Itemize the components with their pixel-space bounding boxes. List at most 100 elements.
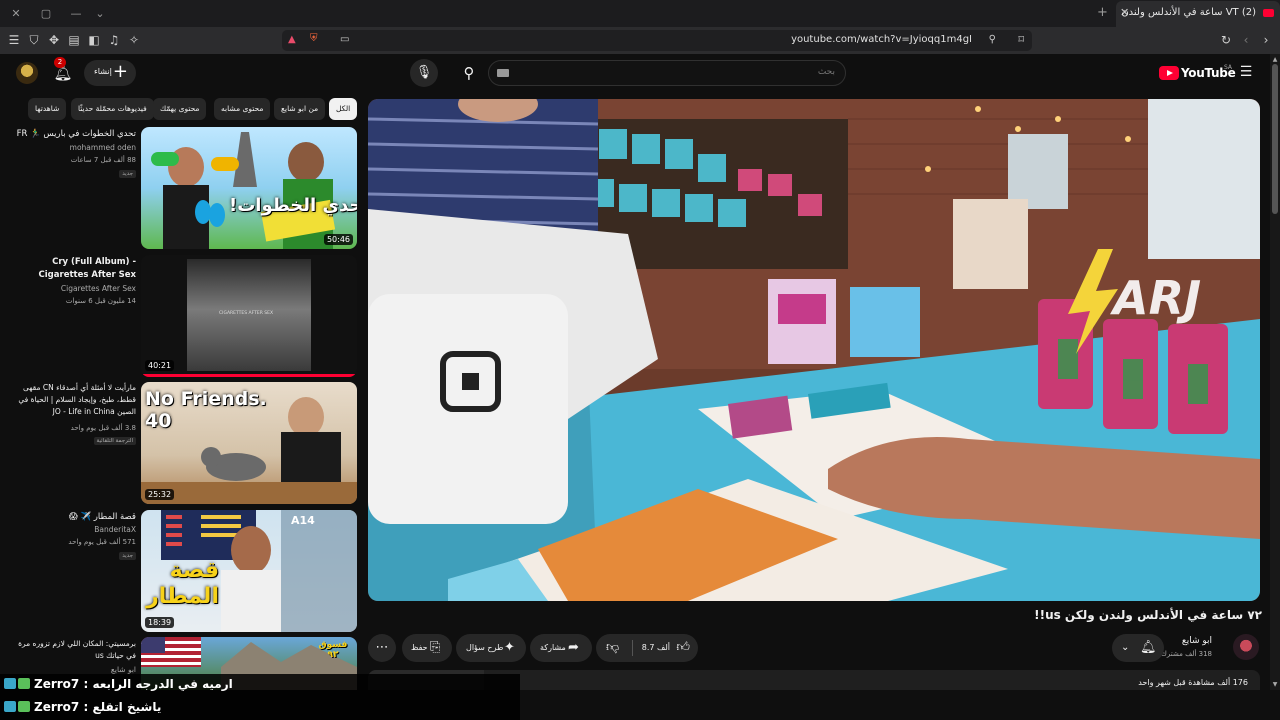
address-bar[interactable]: ▲ ⛨ ▭ youtube.com/watch?v=Jyioqq1m4gI ⚲ … xyxy=(282,30,1032,51)
shield-icon[interactable]: ⛉ xyxy=(26,32,42,48)
gate-sign-text: A14 xyxy=(291,514,315,527)
chip-related[interactable]: محتوى مشابه xyxy=(214,98,271,120)
extensions-icon[interactable]: ✧ xyxy=(126,32,142,48)
recommendation-channel[interactable]: ابو شايع xyxy=(111,665,136,674)
hamburger-menu-icon[interactable]: ☰ xyxy=(6,32,22,48)
recommendation-thumbnail[interactable]: تحدي الخطوات! 50:46 xyxy=(141,127,357,249)
window-close-icon[interactable]: ✕ xyxy=(8,6,24,22)
cast-icon[interactable]: ▭ xyxy=(340,34,349,45)
recommendation-item[interactable]: تحدي الخطوات! 50:46 تحدي الخطوات في باري… xyxy=(0,127,360,252)
more-actions-icon[interactable]: ⋯ xyxy=(368,634,396,662)
window-minimize-icon[interactable]: — xyxy=(68,6,84,22)
recommendation-thumbnail[interactable]: A14 قصة المطار 18:39 xyxy=(141,510,357,632)
stream-chat-overlay: Zerro7 : ارميه في الدرجه الرابعه Zerro7 … xyxy=(0,674,520,720)
create-label: إنشاء xyxy=(94,67,112,76)
sidebar-icon[interactable]: ◧ xyxy=(86,32,102,48)
window-maximize-icon[interactable]: ▢ xyxy=(38,6,54,22)
album-cover-text: CIGARETTES AFTER SEX xyxy=(219,311,274,316)
like-icon[interactable]: 👍︎ xyxy=(676,634,690,662)
recommendation-thumbnail[interactable]: No Friends. 40 25:32 xyxy=(141,382,357,504)
recommendation-item[interactable]: A14 قصة المطار 18:39 قصة المطار ✈️ 😱 Ban… xyxy=(0,510,360,635)
channel-name[interactable]: ابو شايع xyxy=(1182,636,1212,646)
bookmark-icon[interactable]: ⌑ xyxy=(1018,33,1024,46)
voice-search-mic-icon[interactable]: 🎙︎ xyxy=(410,59,438,87)
chip-watched[interactable]: شاهدتها xyxy=(28,98,67,120)
thumbnail-art xyxy=(151,132,336,249)
search-icon[interactable]: ⚲ xyxy=(452,60,486,86)
search-input[interactable]: بحث xyxy=(488,60,846,86)
video-duration: 18:39 xyxy=(145,617,175,628)
puzzle-icon[interactable]: ✥ xyxy=(46,32,62,48)
youtube-masthead: 🔔︎ 2 إنشاء + 🎙︎ ⚲ بحث YouTube SA ☰ xyxy=(0,54,1270,92)
recommendation-thumbnail[interactable]: CIGARETTES AFTER SEX 40:21 xyxy=(141,255,357,377)
site-settings-icon[interactable]: ⚲ xyxy=(989,34,996,45)
share-button[interactable]: ➦ مشاركة xyxy=(530,634,592,662)
reader-icon[interactable]: ▤ xyxy=(66,32,82,48)
ask-button[interactable]: ✦ طرح سؤال xyxy=(456,634,526,662)
thumbnail-text: فسوق ٩٢ xyxy=(318,640,348,660)
create-button[interactable]: إنشاء + xyxy=(84,60,136,86)
search-placeholder: بحث xyxy=(817,67,835,77)
page-scrollbar[interactable]: ▲ ▼ xyxy=(1270,54,1280,690)
notification-count-badge: 2 xyxy=(54,57,66,68)
save-bookmark-icon: ⎘ xyxy=(430,640,441,655)
recommendation-title[interactable]: برمسيتي: المكان اللي لازم تزوره مرة في ح… xyxy=(6,638,136,662)
new-tab-icon[interactable]: + xyxy=(1097,5,1108,20)
keyboard-icon[interactable] xyxy=(497,69,509,77)
video-player[interactable]: ARJ xyxy=(368,99,1260,601)
forward-arrow-icon[interactable]: ‹ xyxy=(1238,32,1254,48)
music-icon[interactable]: ♫ xyxy=(106,32,122,48)
scrollbar-thumb[interactable] xyxy=(1272,64,1278,214)
tab-title: VT (2) ساعة في الأندلس ولندن xyxy=(1121,7,1256,18)
recommendation-title[interactable]: Cry (Full Album) - Cigarettes After Sex xyxy=(6,256,136,282)
recommendation-meta: 571 ألف قبل يوم واحد xyxy=(68,538,136,546)
tab-list-chevron-icon[interactable]: ⌄ xyxy=(92,6,108,22)
brave-shield-icon[interactable]: ⛨ xyxy=(310,33,318,44)
recommendation-channel[interactable]: Cigarettes After Sex xyxy=(61,284,136,293)
chip-recently-uploaded[interactable]: فيديوهات محمّلة حديثًا xyxy=(71,98,154,120)
recommendation-channel[interactable]: mohammed oden xyxy=(70,143,136,152)
bell-icon: 🔔︎ xyxy=(1140,640,1157,655)
channel-avatar[interactable] xyxy=(1233,634,1259,660)
recommendation-channel[interactable]: BanderitaX xyxy=(94,525,136,534)
chip-for-you[interactable]: محتوى يهمّك xyxy=(153,98,207,120)
recommendation-title[interactable]: تحدي الخطوات في باريس 🏃‍♂️ FR xyxy=(6,128,136,141)
url-text: youtube.com/watch?v=Jyioqq1m4gI xyxy=(791,34,972,45)
back-arrow-icon[interactable]: › xyxy=(1258,32,1274,48)
recommendation-item[interactable]: CIGARETTES AFTER SEX 40:21 Cry (Full Alb… xyxy=(0,255,360,380)
reload-icon[interactable]: ↻ xyxy=(1218,32,1234,48)
divider xyxy=(632,640,633,656)
recommendation-item[interactable]: No Friends. 40 25:32 مارأيت لا أمثلة أي … xyxy=(0,382,360,507)
scroll-up-arrow-icon[interactable]: ▲ xyxy=(1271,56,1279,63)
share-icon: ➦ xyxy=(568,640,579,655)
auto-translate-badge: الترجمة التلقائية xyxy=(93,437,136,445)
thumbnail-text: قصة المطار xyxy=(146,558,219,609)
recommendation-meta: 88 ألف قبل 7 ساعات xyxy=(70,156,136,164)
recommendation-meta: 3.8 ألف قبل يوم واحد xyxy=(70,424,136,432)
recommendation-title[interactable]: مارأيت لا أمثلة أي أصدقاء CN مقهى قطط، ط… xyxy=(6,382,136,418)
browser-tab-active[interactable]: ✕ VT (2) ساعة في الأندلس ولندن xyxy=(1116,1,1280,27)
recommendation-item[interactable]: فسوق ٩٢ برمسيتي: المكان اللي لازم تزوره … xyxy=(0,637,360,690)
browser-toolbar: ☰ ⛉ ✥ ▤ ◧ ♫ ✧ ▲ ⛨ ▭ youtube.com/watch?v=… xyxy=(0,27,1280,54)
guide-menu-icon[interactable]: ☰ xyxy=(1238,64,1254,80)
recommendation-title[interactable]: قصة المطار ✈️ 😱 xyxy=(6,511,136,524)
views-and-date: 176 ألف مشاهدة قبل شهر واحد xyxy=(1138,678,1248,687)
like-count: 8.7 ألف xyxy=(641,643,670,652)
chip-all[interactable]: الكل xyxy=(329,98,358,120)
brave-rewards-icon[interactable]: ▲ xyxy=(288,34,296,45)
channel-subscriber-count: 318 ألف مشترك xyxy=(1161,650,1212,658)
youtube-play-logo-icon xyxy=(1159,66,1179,80)
ask-label: طرح سؤال xyxy=(466,643,504,652)
dislike-icon[interactable]: 👎︎ xyxy=(606,634,619,662)
video-duration: 50:46 xyxy=(323,234,353,245)
scroll-down-arrow-icon[interactable]: ▼ xyxy=(1271,681,1279,688)
chat-badge-icon xyxy=(4,701,16,712)
filter-chips: شاهدتها فيديوهات محمّلة حديثًا محتوى يهم… xyxy=(28,98,358,120)
chat-message: Zerro7 : ارميه في الدرجه الرابعه xyxy=(4,677,233,691)
subscribed-bell-button[interactable]: 🔔︎ ⌄ xyxy=(1112,634,1164,662)
account-avatar[interactable] xyxy=(16,62,38,84)
save-button[interactable]: ⎘ حفظ xyxy=(402,634,452,662)
chat-badge-icon xyxy=(18,701,30,712)
chip-from-channel[interactable]: من ابو شايع xyxy=(274,98,326,120)
thumbnail-text: No Friends. 40 xyxy=(145,388,267,432)
